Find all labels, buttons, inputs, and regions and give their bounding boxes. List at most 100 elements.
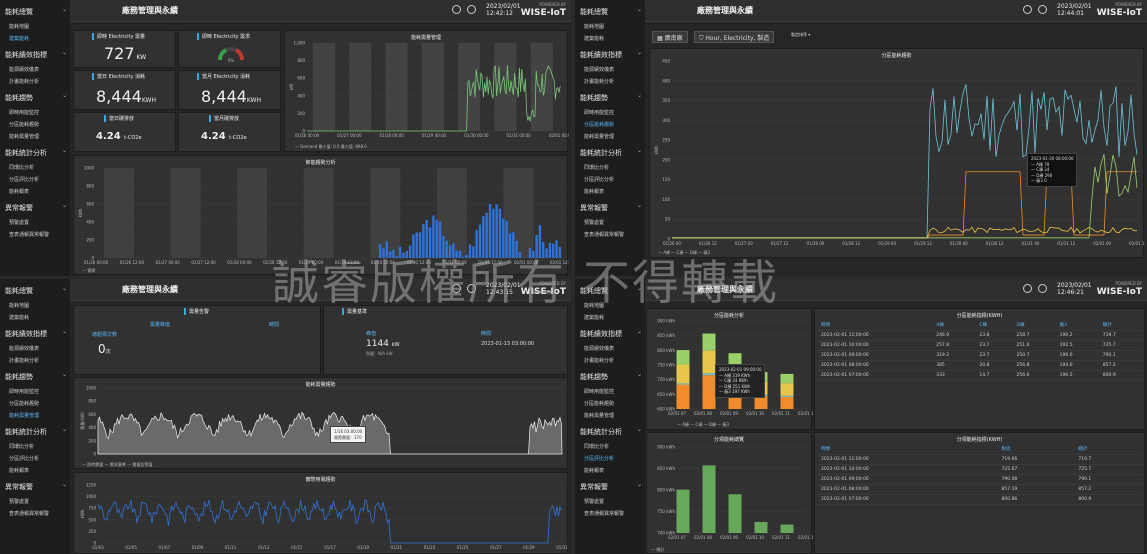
column-header[interactable]: C棟	[975, 320, 1013, 331]
x-tick-label: 01/29	[523, 545, 535, 550]
sidebar-section-trend[interactable]: 能耗趨勢 ⌄	[0, 88, 70, 107]
sidebar-item-yoy[interactable]: 同環比分析	[0, 441, 70, 453]
sidebar-item-zone-compare[interactable]: 分區評比分析	[575, 453, 645, 465]
column-header[interactable]: 廠3	[1055, 320, 1099, 331]
sidebar-item-demand[interactable]: 能耗需量管理	[575, 410, 645, 422]
sidebar-section-stats[interactable]: 能耗統計分析 ⌄	[0, 422, 70, 441]
globe-icon[interactable]	[1023, 5, 1032, 14]
sidebar-item-zone-compare[interactable]: 分區評比分析	[0, 453, 70, 465]
sidebar-section-overview[interactable]: 能耗總覽 ⌄	[575, 2, 645, 21]
table-cell: 857.2	[1098, 360, 1142, 371]
x-tick-label: 01/07	[159, 545, 171, 550]
sidebar-item-plan-analysis[interactable]: 計畫能耗分析	[0, 76, 70, 88]
sidebar-item-realtime[interactable]: 即時用能監控	[0, 386, 70, 398]
chart-legend: — 即時需量 — 需求基準 — 需量告警值	[82, 462, 153, 467]
sidebar-section-kpi[interactable]: 能耗績效指標 ⌄	[0, 324, 70, 343]
sidebar-item-zone-trend[interactable]: 分區能耗趨勢	[575, 398, 645, 410]
chevron-down-icon: ⌄	[636, 147, 642, 154]
sidebar-item-energy-map[interactable]: 能耗地圖	[0, 21, 70, 33]
chevron-down-icon: ⌄	[61, 49, 67, 56]
table-cell: 790.1	[1074, 474, 1142, 485]
site-filter[interactable]: ▦ 廣南廠	[652, 31, 688, 43]
sidebar-section-stats[interactable]: 能耗統計分析 ⌄	[575, 143, 645, 162]
sidebar-item-kpi-dashboard[interactable]: 能源績效儀表	[0, 343, 70, 355]
sidebar-item-zone-trend[interactable]: 分區能耗趨勢	[0, 119, 70, 131]
sidebar-section-alarm[interactable]: 異常報警 ⌄	[0, 477, 70, 496]
sidebar-item-energy-map[interactable]: 能耗地圖	[0, 300, 70, 312]
column-header[interactable]: 總計	[1074, 444, 1142, 455]
sidebar-item-alarm-report[interactable]: 查表通報異常報警	[0, 229, 70, 241]
column-header[interactable]: 製造	[997, 444, 1075, 455]
column-header[interactable]: D棟	[1012, 320, 1056, 331]
sidebar-item-demand[interactable]: 能耗需量管理	[0, 131, 70, 143]
sidebar-section-alarm[interactable]: 異常報警 ⌄	[575, 198, 645, 217]
column-header[interactable]: 時間	[817, 444, 998, 455]
sidebar-item-report[interactable]: 能耗報表	[0, 465, 70, 477]
sidebar-item-plan-analysis[interactable]: 計畫能耗分析	[575, 76, 645, 88]
sidebar-item-building-energy[interactable]: 建築能耗	[0, 312, 70, 324]
peak-time: 2023-01-13 03:00:00	[481, 341, 535, 347]
y-tick-label: 650 kWh	[657, 392, 675, 397]
sidebar-item-report[interactable]: 能耗報表	[0, 186, 70, 198]
sidebar-item-energy-map[interactable]: 能耗地圖	[575, 21, 645, 33]
col-label: 總超標次數	[92, 332, 118, 338]
sidebar-item-realtime[interactable]: 即時用能監控	[575, 107, 645, 119]
sidebar-section-trend[interactable]: 能耗趨勢 ⌄	[0, 367, 70, 386]
sidebar-item-realtime[interactable]: 即時用能監控	[575, 386, 645, 398]
sidebar-item-report[interactable]: 能耗報表	[575, 465, 645, 477]
total-bar	[728, 494, 742, 533]
sidebar-item-yoy[interactable]: 同環比分析	[575, 441, 645, 453]
sidebar-section-alarm[interactable]: 異常報警 ⌄	[0, 198, 70, 217]
sidebar-section-overview[interactable]: 能耗總覽 ⌄	[0, 2, 70, 21]
sidebar-item-zone-compare[interactable]: 分區評比分析	[575, 174, 645, 186]
sidebar-section-kpi[interactable]: 能耗績效指標 ⌄	[575, 45, 645, 64]
sidebar-item-realtime[interactable]: 即時用能監控	[0, 107, 70, 119]
sidebar-item-zone-compare[interactable]: 分區評比分析	[0, 174, 70, 186]
night-band	[104, 168, 134, 258]
user-icon[interactable]	[1038, 284, 1047, 293]
sidebar-item-alarm-report[interactable]: 查表通報異常報警	[0, 508, 70, 520]
x-tick-label: 02/01 08	[694, 535, 712, 540]
sidebar-item-zone-trend[interactable]: 分區能耗趨勢	[0, 398, 70, 410]
sidebar-item-alert-handle[interactable]: 預警處置	[575, 496, 645, 508]
sidebar-section-kpi[interactable]: 能耗績效指標 ⌄	[0, 45, 70, 64]
sidebar-item-yoy[interactable]: 同環比分析	[575, 162, 645, 174]
chevron-down-icon: ⌄	[61, 6, 67, 13]
sidebar-item-alarm-report[interactable]: 查表通報異常報警	[575, 508, 645, 520]
sidebar-item-kpi-dashboard[interactable]: 能源績效儀表	[0, 64, 70, 76]
sidebar-item-kpi-dashboard[interactable]: 能源績效儀表	[575, 64, 645, 76]
sidebar-section-stats[interactable]: 能耗統計分析 ⌄	[0, 143, 70, 162]
sidebar-section-overview[interactable]: 能耗總覽 ⌄	[0, 281, 70, 300]
globe-icon[interactable]	[1023, 284, 1032, 293]
column-header[interactable]: A棟	[932, 320, 976, 331]
sidebar-item-building-energy[interactable]: 建築能耗	[575, 33, 645, 45]
column-header[interactable]: 總計	[1098, 320, 1142, 331]
sidebar-item-alert-handle[interactable]: 預警處置	[0, 496, 70, 508]
sidebar-item-building-energy[interactable]: 建築能耗	[575, 312, 645, 324]
sidebar-item-report[interactable]: 能耗報表	[575, 186, 645, 198]
sidebar-item-alert-handle[interactable]: 預警處置	[575, 217, 645, 229]
sidebar-section-trend[interactable]: 能耗趨勢 ⌄	[575, 367, 645, 386]
sidebar-item-plan-analysis[interactable]: 計畫能耗分析	[0, 355, 70, 367]
user-icon[interactable]	[1038, 5, 1047, 14]
column-header[interactable]: 時間	[817, 320, 933, 331]
interval-filter[interactable]: ⛉ Hour, Electricity, 製造	[694, 31, 775, 43]
sidebar-section-stats[interactable]: 能耗統計分析 ⌄	[575, 422, 645, 441]
sidebar-item-alert-handle[interactable]: 預警處置	[0, 217, 70, 229]
sidebar-item-building-energy[interactable]: 建築能耗	[0, 33, 70, 45]
sidebar-section-kpi[interactable]: 能耗績效指標 ⌄	[575, 324, 645, 343]
sidebar-item-kpi-dashboard[interactable]: 能源績效儀表	[575, 343, 645, 355]
sort-dropdown[interactable]: 製造排序 ▾	[787, 31, 814, 43]
sidebar-item-demand[interactable]: 能耗需量管理	[0, 410, 70, 422]
user-icon[interactable]	[467, 5, 476, 14]
sidebar-item-alarm-report[interactable]: 查表通報異常報警	[575, 229, 645, 241]
globe-icon[interactable]	[452, 5, 461, 14]
sidebar-item-plan-analysis[interactable]: 計畫能耗分析	[575, 355, 645, 367]
chevron-down-icon: ⌄	[636, 92, 642, 99]
sidebar-section-trend[interactable]: 能耗趨勢 ⌄	[575, 88, 645, 107]
sidebar-section-alarm[interactable]: 異常報警 ⌄	[575, 477, 645, 496]
sidebar-item-demand[interactable]: 能耗需量管理	[575, 131, 645, 143]
sidebar-item-zone-trend[interactable]: 分區能耗趨勢	[575, 119, 645, 131]
kpi-value: 727 KW	[104, 44, 146, 63]
sidebar-item-yoy[interactable]: 同環比分析	[0, 162, 70, 174]
